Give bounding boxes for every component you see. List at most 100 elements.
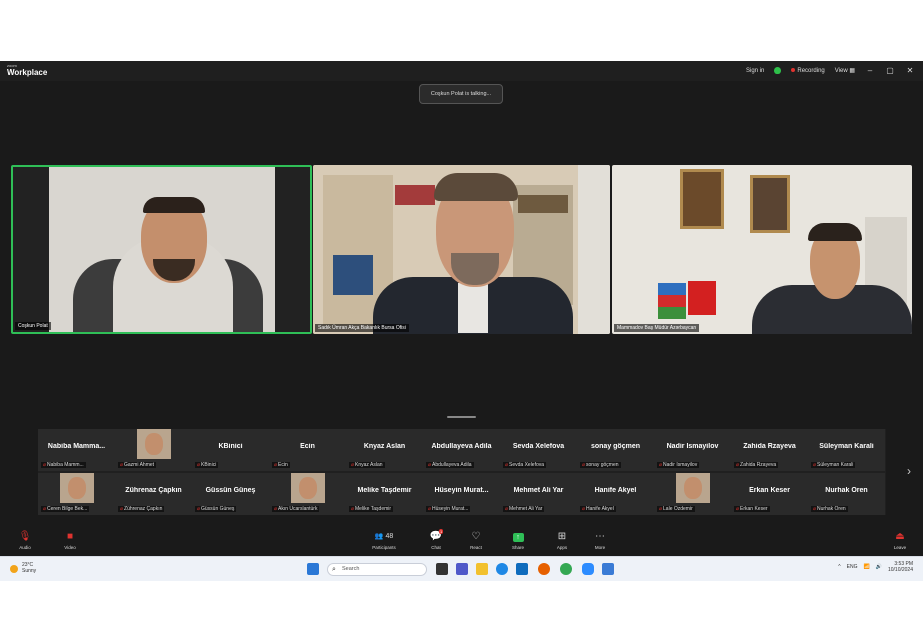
wifi-icon[interactable]: 📶 [864,564,870,570]
person-shirt [458,283,488,333]
zoom-window: zoom Workplace Sign in Recording View ▦ … [0,61,923,581]
participant-tile[interactable]: Hanife Akyel ⌀Hanife Akyel [577,473,654,515]
audio-button[interactable]: 🎙 Audio [7,531,43,550]
lang-indicator[interactable]: ENG [847,564,858,570]
sign-in-link[interactable]: Sign in [746,68,764,74]
teams-icon[interactable] [456,563,468,575]
participant-tile[interactable]: ⌀Gazmi Ahmet [115,429,192,471]
start-menu-icon[interactable] [307,563,319,575]
books-right [518,195,568,213]
participant-display-name: Nurhak Ören [825,487,868,494]
gallery-strip: Nabiba Mamma... ⌀Nabiba Mamm... ⌀Gazmi Ahm… [38,429,886,515]
task-view-icon[interactable] [436,563,448,575]
share-button[interactable]: ↑ Share [500,531,536,550]
apps-button[interactable]: ⊞ Apps [544,531,580,550]
participant-label: ⌀KBinici [195,462,219,468]
close-button[interactable]: ✕ [905,66,915,75]
participant-label-text: Lale Özdemir [663,506,693,512]
more-icon: ⋯ [595,531,605,542]
store-icon[interactable] [516,563,528,575]
photos-icon[interactable] [602,563,614,575]
participant-display-name: Süleyman Karali [819,443,874,450]
participant-tile[interactable]: KBinici ⌀KBinici [192,429,269,471]
recording-indicator[interactable]: Recording [791,67,825,74]
participant-label: ⌀Ceren Bilge Bek... [41,506,90,512]
participant-display-name: Erkan Keser [749,487,790,494]
azerbaijan-flag-green [658,307,686,319]
participant-tile[interactable]: Erkan Keser ⌀Erkan Keser [731,473,808,515]
recording-label: Recording [797,67,825,74]
video-tile-speaker-3[interactable]: Mammadov Baş Müdür Azərbaycan [612,165,912,334]
leave-button[interactable]: ⏏ Leave [882,531,918,550]
taskbar-search[interactable]: ⌕ Search [327,563,427,576]
mic-muted-icon: ⌀ [43,462,47,468]
mic-muted-icon: ⌀ [197,462,201,468]
participant-tile[interactable]: Nadir İsmayilov ⌀Nadir İsmayilov [654,429,731,471]
mic-muted-icon: ⌀ [120,462,124,468]
participant-label-text: Sevda Xelefova [509,462,545,468]
participant-label-text: Mehmet Ali Yar [509,506,543,512]
participant-tile[interactable]: ⌀Ceren Bilge Bek... [38,473,115,515]
participant-tile[interactable]: sonay göçmen ⌀sonay göçmen [577,429,654,471]
participant-tile[interactable]: Mehmet Ali Yar ⌀Mehmet Ali Yar [500,473,577,515]
video-label: Video [64,545,76,550]
edge-icon[interactable] [496,563,508,575]
more-button[interactable]: ⋯ More [582,531,618,550]
mic-muted-icon: ⌀ [659,506,663,512]
video-tile-speaker-2[interactable]: Sadık Ümran Akça Bakanlık Bursa Ofisi [313,165,610,334]
file-explorer-icon[interactable] [476,563,488,575]
portrait-frame-left [680,169,724,229]
gallery-resize-handle[interactable] [447,416,476,418]
clock[interactable]: 3:53 PM 10/10/2024 [888,561,913,573]
mic-muted-icon: ⌀ [505,462,509,468]
participant-tile[interactable]: Nurhak Ören ⌀Nurhak Ören [808,473,885,515]
participant-tile[interactable]: Nabiba Mamma... ⌀Nabiba Mamm... [38,429,115,471]
react-icon: ♡ [471,531,481,542]
participant-tile[interactable]: Melike Taşdemir ⌀Melike Taşdemir [346,473,423,515]
participant-tile[interactable]: Güssün Güneş ⌀Güssün Güneş [192,473,269,515]
person-hair [434,173,518,201]
participant-tile[interactable]: Süleyman Karali ⌀Süleyman Karali [808,429,885,471]
participants-button[interactable]: 👥 48 Participants [364,531,404,550]
chevron-up-icon[interactable]: ^ [838,564,840,570]
video-button[interactable]: ■ Video [52,531,88,550]
participant-label-text: sonay göçmen [586,462,619,468]
video-tile-speaker-1[interactable]: Coşkun Polat [11,165,312,334]
grid-icon: ▦ [849,68,855,74]
firefox-icon[interactable] [538,563,550,575]
participant-tile[interactable]: Hüseyin Murat... ⌀Hüseyin Murat... [423,473,500,515]
security-shield-icon[interactable] [774,67,782,74]
participant-label-text: Abdullayeva Adila [432,462,472,468]
participant-tile[interactable]: Abdullayeva Adila ⌀Abdullayeva Adila [423,429,500,471]
gallery-next-arrow-icon[interactable]: › [907,464,911,478]
weather-widget[interactable]: 23°C Sunny [10,562,36,574]
participant-tile[interactable]: Zahida Rzayeva ⌀Zahida Rzayeva [731,429,808,471]
mic-muted-icon: ⌀ [197,506,201,512]
mic-muted-icon: ⌀ [736,506,740,512]
mic-muted-icon: ⌀ [43,506,47,512]
participant-tile[interactable]: Zührenaz Çapkın ⌀Zührenaz Çapkın [115,473,192,515]
participant-tile[interactable]: ⌀Lale Özdemir [654,473,731,515]
windows-taskbar: 23°C Sunny ⌕ Search ^ ENG 📶 🔊 3:53 PM 10… [0,556,923,581]
leave-icon: ⏏ [895,531,905,542]
volume-icon[interactable]: 🔊 [876,564,882,570]
participant-label-text: Knyaz Aslan [355,462,383,468]
view-label: View [834,68,848,74]
participant-tile[interactable]: Sevda Xelefova ⌀Sevda Xelefova [500,429,577,471]
mic-muted-icon: ⌀ [659,462,663,468]
participant-tile[interactable]: Ecin ⌀Ecin [269,429,346,471]
video-off-icon: ■ [66,531,74,542]
minimize-button[interactable]: – [865,66,875,75]
participant-label-text: Süleyman Karali [817,462,854,468]
view-button[interactable]: View ▦ [835,67,855,74]
zoom-taskbar-icon[interactable] [582,563,594,575]
participant-tile[interactable]: ⌀Akın Ucarslantürk [269,473,346,515]
maximize-button[interactable]: ▢ [885,66,895,75]
app-logo: zoom Workplace [7,64,47,77]
chrome-icon[interactable] [560,563,572,575]
participant-tile[interactable]: Knyaz Aslan ⌀Knyaz Aslan [346,429,423,471]
participant-label: ⌀Sevda Xelefova [503,462,547,468]
chat-button[interactable]: 💬 1 Chat [418,529,454,550]
react-button[interactable]: ♡ React [458,531,494,550]
mic-muted-icon: ⌀ [582,462,586,468]
